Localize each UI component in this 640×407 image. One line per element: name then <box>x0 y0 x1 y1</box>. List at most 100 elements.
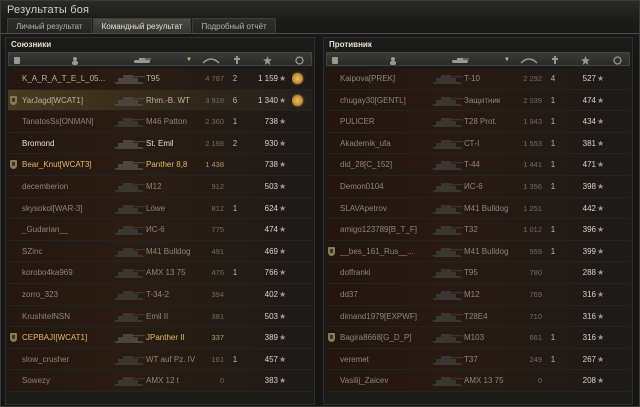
ally-player-row[interactable]: _Gudarian__ ИС-6 775 474 ★ <box>8 219 312 241</box>
player-name[interactable]: SZinc <box>22 241 122 262</box>
medal-cell <box>610 198 624 219</box>
ally-player-row[interactable]: decemberion M12 912 503 ★ <box>8 175 312 198</box>
damage-column-icon[interactable] <box>201 54 221 66</box>
player-name[interactable]: decemberion <box>22 176 122 197</box>
platoon-badge-cell <box>328 111 338 132</box>
tab-detailed-report[interactable]: Подробный отчёт <box>192 18 276 33</box>
ally-player-row[interactable]: Bear_Knut[WCAT3] Panther 8,8 1 438 738 ★ <box>8 154 312 176</box>
xp-star-icon: ★ <box>279 95 287 105</box>
player-name[interactable]: Akademik_ufa <box>340 133 440 154</box>
tank-image <box>430 241 464 262</box>
enemy-player-row[interactable]: Bagira8668[G_D_P] M103 661 1 316 ★ <box>326 327 630 349</box>
platoon-badge-cell <box>10 349 20 370</box>
xp-value: 1 159 <box>257 74 278 83</box>
player-name[interactable]: slow_crusher <box>22 349 122 370</box>
tank-column-icon[interactable] <box>449 54 471 66</box>
kills-value: 1 <box>232 203 238 213</box>
xp-star-icon: ★ <box>279 225 287 235</box>
player-name[interactable]: skysokol[WAR-3] <box>22 198 122 219</box>
platoon-column-icon[interactable] <box>11 54 23 66</box>
medal-icon[interactable] <box>292 94 303 106</box>
player-name[interactable]: PULICER <box>340 111 440 132</box>
ally-player-row[interactable]: Bromond St. Emil 2 198 2 930 ★ <box>8 132 312 155</box>
player-name[interactable]: SLAVApetrov <box>340 198 440 219</box>
damage-column-icon[interactable] <box>519 54 539 66</box>
medal-cell <box>292 198 306 219</box>
player-name[interactable]: YarJagd[WCAT1] <box>22 90 122 111</box>
enemy-player-row[interactable]: Kaipova[PREK] T-10 2 292 4 527 ★ <box>326 68 630 90</box>
platoon-badge-cell <box>10 306 20 327</box>
xp-star-icon: ★ <box>597 203 605 213</box>
player-name[interactable]: veremet <box>340 349 440 370</box>
player-column-icon[interactable] <box>69 54 81 66</box>
ally-player-row[interactable]: slow_crusher WT auf Pz. IV 161 1 457 ★ <box>8 348 312 371</box>
ally-player-row[interactable]: zorro_323 T-34-2 394 402 ★ <box>8 283 312 306</box>
player-name[interactable]: _Gudarian__ <box>22 219 122 240</box>
ally-player-row[interactable]: CEPBAJI[WCAT1] JPanther II 337 389 ★ <box>8 327 312 349</box>
medal-column-icon[interactable] <box>293 54 305 66</box>
enemy-player-row[interactable]: veremet T37 249 1 267 ★ <box>326 348 630 371</box>
player-name[interactable]: doffranki <box>340 262 440 283</box>
xp-star-icon: ★ <box>279 246 287 256</box>
enemy-player-row[interactable]: amigo123789[B_T_F] T32 1 012 1 396 ★ <box>326 219 630 241</box>
kills-value: 1 <box>550 333 556 343</box>
damage-value: 0 <box>219 376 224 386</box>
enemy-player-row[interactable]: SLAVApetrov M41 Bulldog 1 251 442 ★ <box>326 197 630 220</box>
player-name[interactable]: did_28[C_152] <box>340 154 440 175</box>
player-name[interactable]: Sowezy <box>22 370 122 391</box>
enemy-player-row[interactable]: doffranki T95 780 288 ★ <box>326 262 630 284</box>
enemy-player-row[interactable]: PULICER T28 Prot. 1 943 1 434 ★ <box>326 111 630 133</box>
ally-player-row[interactable]: YarJagd[WCAT1] Rhm.-B. WT 3 918 6 1 340 ★ <box>8 89 312 112</box>
player-name[interactable]: zorro_323 <box>22 284 122 305</box>
xp-column-icon[interactable] <box>261 54 273 66</box>
player-name[interactable]: __bes_161_Rus__... <box>340 241 440 262</box>
tab-bar: Личный результат Командный результат Под… <box>7 18 277 33</box>
player-name[interactable]: Bromond <box>22 133 122 154</box>
tank-silhouette-icon <box>114 377 145 387</box>
enemy-player-row[interactable]: Akademik_ufa СТ-I 1 553 1 381 ★ <box>326 132 630 155</box>
player-column-icon[interactable] <box>387 54 399 66</box>
platoon-column-icon[interactable] <box>329 54 341 66</box>
xp-value: 474 <box>264 225 278 235</box>
window-title: Результаты боя <box>7 4 90 16</box>
player-name[interactable]: Demon0104 <box>340 176 440 197</box>
player-name[interactable]: CEPBAJI[WCAT1] <box>22 327 122 348</box>
ally-player-row[interactable]: KrushitelNSN Emil II 381 503 ★ <box>8 305 312 328</box>
enemy-player-row[interactable]: dimand1979[EXPWF] T28E4 710 316 ★ <box>326 305 630 328</box>
ally-player-row[interactable]: SZinc M41 Bulldog 491 469 ★ <box>8 240 312 263</box>
enemy-player-row[interactable]: did_28[C_152] T-44 1 441 1 471 ★ <box>326 154 630 176</box>
ally-player-row[interactable]: skysokol[WAR-3] Löwe 812 1 624 ★ <box>8 197 312 220</box>
player-name[interactable]: chugay30[GENTL] <box>340 90 440 111</box>
xp-star-icon: ★ <box>279 268 287 278</box>
player-name[interactable]: amigo123789[B_T_F] <box>340 219 440 240</box>
player-name[interactable]: dimand1979[EXPWF] <box>340 306 440 327</box>
player-name[interactable]: Kaipova[PREK] <box>340 68 440 89</box>
enemy-player-row[interactable]: Demon0104 ИС-6 1 356 1 398 ★ <box>326 175 630 198</box>
ally-player-row[interactable]: K_A_R_A_T_E_L_05... T95 4 787 2 1 159 ★ <box>8 68 312 90</box>
enemy-player-row[interactable]: chugay30[GENTL] Защитник 2 039 1 474 ★ <box>326 89 630 112</box>
player-name[interactable]: K_A_R_A_T_E_L_05... <box>22 68 122 89</box>
ally-player-row[interactable]: Sowezy AMX 12 t 0 383 ★ <box>8 370 312 392</box>
player-name[interactable]: Bagira8668[G_D_P] <box>340 327 440 348</box>
enemy-player-row[interactable]: dd37 M12 769 316 ★ <box>326 283 630 306</box>
player-name[interactable]: korobo4ka969 <box>22 262 122 283</box>
kills-column-icon[interactable] <box>231 54 243 66</box>
tab-team-result[interactable]: Командный результат <box>92 18 192 33</box>
medal-column-icon[interactable] <box>611 54 623 66</box>
player-name[interactable]: TanatosSs[ONMAN] <box>22 111 122 132</box>
damage-value: 912 <box>211 181 224 191</box>
medal-icon[interactable] <box>292 73 303 84</box>
medal-cell <box>292 349 306 370</box>
xp-column-icon[interactable] <box>579 54 591 66</box>
tab-personal-result[interactable]: Личный результат <box>7 18 92 33</box>
ally-player-row[interactable]: TanatosSs[ONMAN] M46 Patton 2 360 1 738 ★ <box>8 111 312 133</box>
enemy-player-row[interactable]: Vasilij_Zaicev AMX 13 75 0 208 ★ <box>326 370 630 392</box>
ally-player-row[interactable]: korobo4ka969 AMX 13 75 476 1 766 ★ <box>8 262 312 284</box>
kills-column-icon[interactable] <box>549 54 561 66</box>
enemy-player-row[interactable]: __bes_161_Rus__... M41 Bulldog 959 1 399 ★ <box>326 240 630 263</box>
player-name[interactable]: Bear_Knut[WCAT3] <box>22 154 122 175</box>
player-name[interactable]: dd37 <box>340 284 440 305</box>
player-name[interactable]: Vasilij_Zaicev <box>340 370 440 391</box>
tank-column-icon[interactable] <box>131 54 153 66</box>
player-name[interactable]: KrushitelNSN <box>22 306 122 327</box>
